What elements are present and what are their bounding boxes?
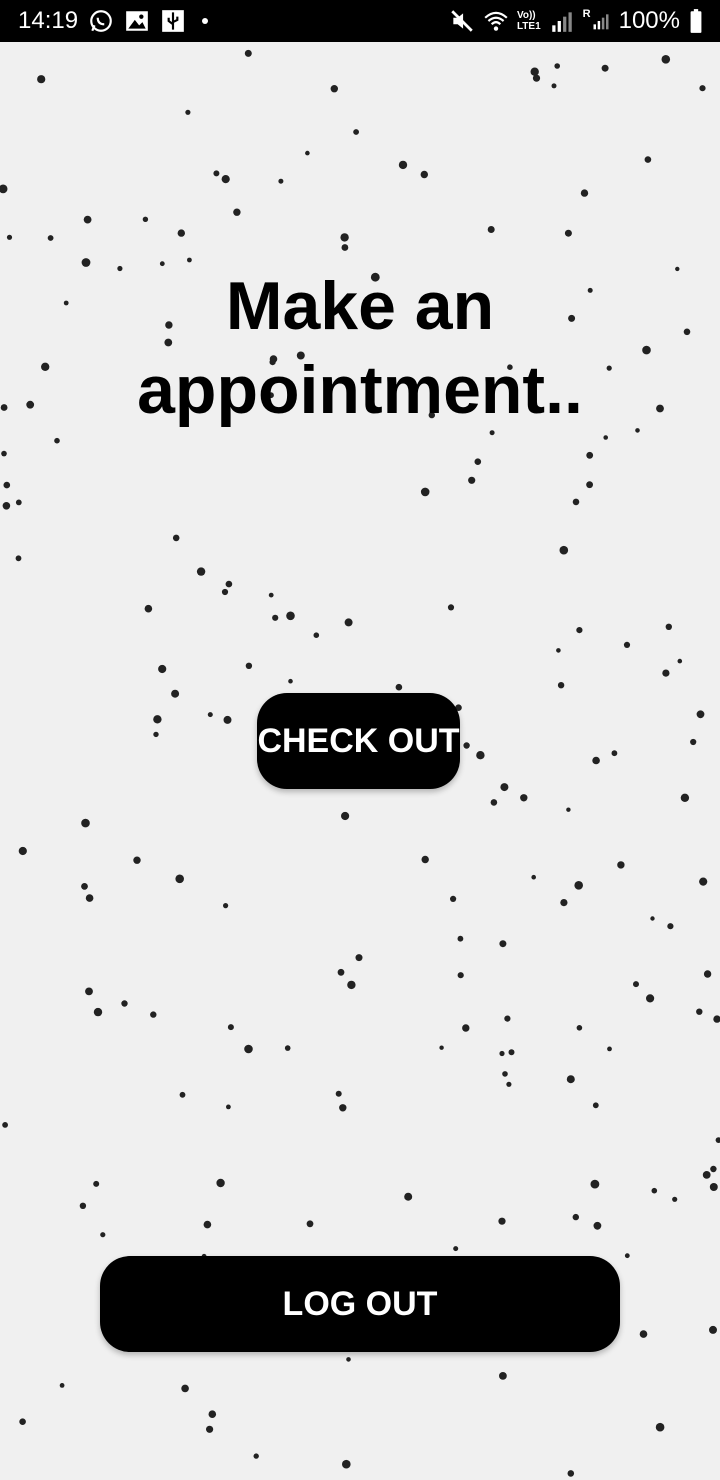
whatsapp-icon [88,8,114,34]
battery-icon [688,8,704,34]
signal-icon [549,8,575,34]
status-bar: 14:19 Vo)) LTE1 R 100% [0,0,720,42]
volte-icon: Vo)) LTE1 [517,10,541,32]
page-title: Make an appointment.. [137,268,583,428]
image-icon [124,8,150,34]
roaming-label: R [582,8,591,20]
status-right-group: Vo)) LTE1 R 100% [449,7,720,35]
volte-label-top: Vo)) [516,10,536,21]
check-out-button[interactable]: CHECK OUT [257,693,460,789]
clock: 14:19 [18,7,79,34]
log-out-button[interactable]: LOG OUT [100,1256,620,1352]
more-notifications-dot-icon [202,18,209,24]
app-screen: Make an appointment.. CHECK OUT LOG OUT [0,42,720,1480]
roaming-signal-icon: R [583,8,611,34]
wifi-icon [483,8,509,34]
usb-icon [160,8,186,34]
battery-percentage: 100% [618,7,680,34]
status-left-group: 14:19 [0,7,209,35]
mute-icon [449,8,475,34]
volte-label-bottom: LTE1 [516,21,541,32]
